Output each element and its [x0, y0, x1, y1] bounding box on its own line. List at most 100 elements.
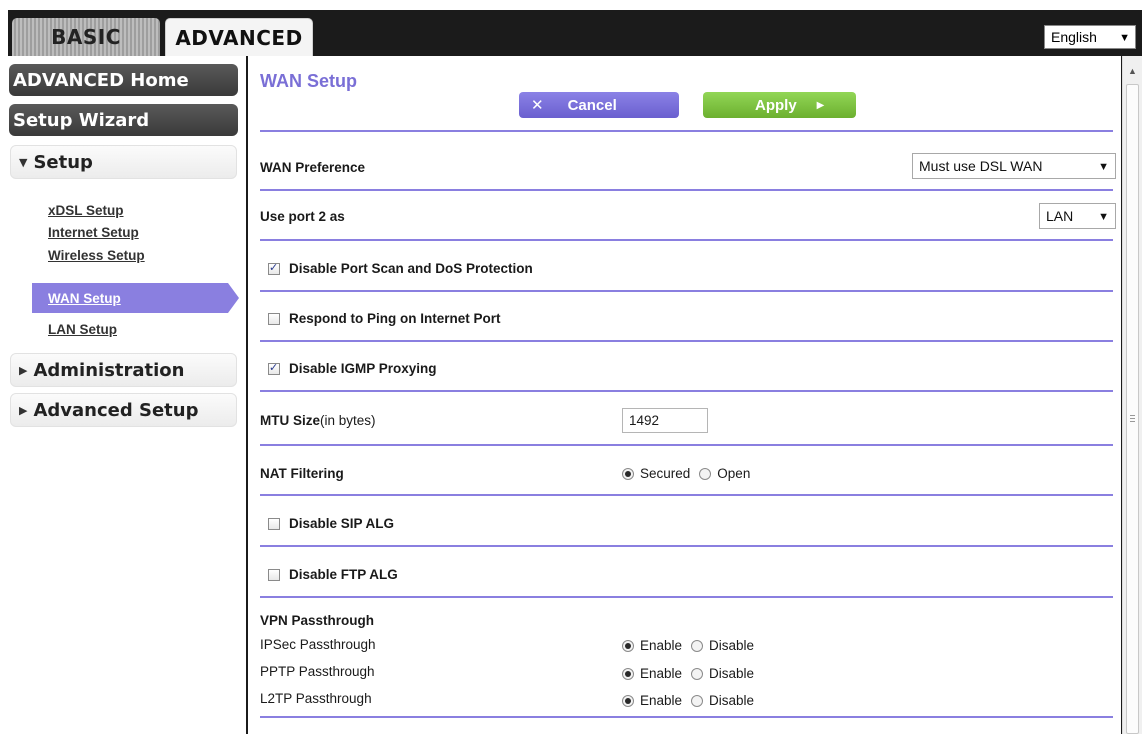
- nat-filtering-radio-group: Secured Open: [622, 466, 759, 481]
- scroll-up-arrow-icon[interactable]: ▲: [1123, 66, 1142, 76]
- top-tab-bar: BASIC ADVANCED English ▼: [8, 10, 1142, 56]
- disable-igmp-checkbox-row[interactable]: Disable IGMP Proxying: [268, 361, 437, 376]
- close-icon: ✕: [531, 97, 544, 114]
- respond-ping-checkbox[interactable]: [268, 312, 280, 325]
- sidebar-item-internet-setup[interactable]: Internet Setup: [48, 225, 139, 240]
- apply-button-label: Apply: [755, 96, 797, 114]
- sidebar-section-administration-label: Administration: [33, 359, 185, 381]
- router-admin-frame: BASIC ADVANCED English ▼ ADVANCED Home S…: [8, 10, 1142, 734]
- cancel-button[interactable]: ✕ Cancel: [519, 92, 679, 118]
- sidebar-setup-wizard-button[interactable]: Setup Wizard: [9, 104, 238, 136]
- triangle-right-icon: ▶: [19, 403, 28, 417]
- disable-port-scan-label: Disable Port Scan and DoS Protection: [289, 261, 533, 276]
- sidebar-item-lan-setup[interactable]: LAN Setup: [48, 322, 117, 337]
- l2tp-disable-label[interactable]: Disable: [709, 693, 754, 708]
- ipsec-disable-radio[interactable]: [691, 639, 704, 652]
- tab-advanced[interactable]: ADVANCED: [165, 18, 313, 56]
- main-content: WAN Setup ✕ Cancel Apply ▶ WAN Preferenc…: [248, 56, 1121, 734]
- disable-sip-label: Disable SIP ALG: [289, 516, 395, 531]
- nat-filtering-label: NAT Filtering: [260, 466, 344, 481]
- disable-igmp-checkbox[interactable]: [268, 361, 280, 375]
- ipsec-radio-group: Enable Disable: [622, 638, 763, 653]
- pptp-radio-group: Enable Disable: [622, 666, 763, 681]
- sidebar-advanced-home-label: ADVANCED Home: [13, 69, 189, 91]
- pptp-passthrough-label: PPTP Passthrough: [260, 664, 375, 679]
- chevron-down-icon: ▼: [1098, 211, 1109, 223]
- triangle-down-icon: ▼: [19, 155, 28, 169]
- respond-ping-checkbox-row[interactable]: Respond to Ping on Internet Port: [268, 311, 501, 326]
- mtu-label-unit: (in bytes): [320, 413, 376, 428]
- sidebar-section-advanced-setup-label: Advanced Setup: [33, 399, 199, 421]
- ipsec-enable-label[interactable]: Enable: [640, 638, 682, 653]
- nat-open-label[interactable]: Open: [717, 466, 750, 481]
- sidebar-item-wan-setup[interactable]: WAN Setup: [32, 283, 239, 313]
- disable-port-scan-checkbox-row[interactable]: Disable Port Scan and DoS Protection: [268, 261, 533, 276]
- triangle-right-icon: ▶: [19, 363, 28, 377]
- l2tp-enable-label[interactable]: Enable: [640, 693, 682, 708]
- chevron-down-icon: ▼: [1119, 32, 1130, 44]
- sidebar-section-advanced-setup[interactable]: ▶ Advanced Setup: [10, 393, 237, 427]
- sidebar-item-wan-setup-label: WAN Setup: [48, 290, 121, 306]
- pptp-enable-radio[interactable]: [622, 667, 634, 680]
- grip-icon: [1130, 415, 1135, 424]
- vertical-scrollbar[interactable]: ▲: [1122, 56, 1142, 734]
- page-title: WAN Setup: [260, 71, 357, 91]
- pptp-disable-radio[interactable]: [691, 667, 704, 680]
- language-value: English: [1051, 29, 1097, 45]
- wan-preference-label: WAN Preference: [260, 160, 366, 175]
- disable-sip-checkbox-row[interactable]: Disable SIP ALG: [268, 516, 394, 531]
- mtu-label-bold: MTU Size: [260, 413, 321, 428]
- ipsec-disable-label[interactable]: Disable: [709, 638, 754, 653]
- disable-sip-checkbox[interactable]: [268, 517, 280, 530]
- nat-open-radio[interactable]: [699, 467, 712, 480]
- l2tp-enable-radio[interactable]: [622, 694, 634, 707]
- tab-basic[interactable]: BASIC: [12, 18, 160, 56]
- divider: [260, 239, 1113, 241]
- pptp-enable-label[interactable]: Enable: [640, 666, 682, 681]
- l2tp-disable-radio[interactable]: [691, 694, 704, 707]
- divider: [260, 340, 1113, 342]
- mtu-label: MTU Size(in bytes): [260, 413, 376, 428]
- sidebar-section-setup[interactable]: ▼ Setup: [10, 145, 237, 179]
- disable-ftp-checkbox[interactable]: [268, 568, 280, 581]
- pptp-disable-label[interactable]: Disable: [709, 666, 754, 681]
- sidebar-section-setup-label: Setup: [33, 151, 93, 173]
- divider: [260, 716, 1113, 718]
- disable-ftp-label: Disable FTP ALG: [289, 567, 398, 582]
- vpn-passthrough-title: VPN Passthrough: [260, 613, 375, 628]
- divider: [260, 596, 1113, 598]
- ipsec-passthrough-label: IPSec Passthrough: [260, 637, 376, 652]
- divider: [260, 130, 1113, 132]
- sidebar-item-wireless-setup[interactable]: Wireless Setup: [48, 248, 145, 263]
- language-select[interactable]: English ▼: [1044, 25, 1136, 49]
- apply-button[interactable]: Apply ▶: [703, 92, 856, 118]
- wan-preference-select[interactable]: Must use DSL WAN ▼: [912, 153, 1116, 179]
- disable-igmp-label: Disable IGMP Proxying: [289, 361, 437, 376]
- divider: [260, 444, 1113, 446]
- sidebar-advanced-home-button[interactable]: ADVANCED Home: [9, 64, 238, 96]
- port2-select[interactable]: LAN ▼: [1039, 203, 1116, 229]
- divider: [260, 545, 1113, 547]
- sidebar-section-administration[interactable]: ▶ Administration: [10, 353, 237, 387]
- sidebar-item-xdsl-setup[interactable]: xDSL Setup: [48, 203, 124, 218]
- divider: [260, 494, 1113, 496]
- disable-ftp-checkbox-row[interactable]: Disable FTP ALG: [268, 567, 398, 582]
- sidebar-setup-wizard-label: Setup Wizard: [13, 109, 150, 131]
- nat-secured-label[interactable]: Secured: [640, 466, 690, 481]
- mtu-input[interactable]: 1492: [622, 408, 708, 433]
- chevron-down-icon: ▼: [1098, 161, 1109, 173]
- port2-label: Use port 2 as: [260, 209, 345, 224]
- divider: [260, 390, 1113, 392]
- disable-port-scan-checkbox[interactable]: [268, 261, 280, 275]
- triangle-right-icon: ▶: [816, 99, 825, 111]
- cancel-button-label: Cancel: [567, 96, 617, 114]
- nat-secured-radio[interactable]: [622, 467, 634, 480]
- ipsec-enable-radio[interactable]: [622, 639, 634, 652]
- l2tp-passthrough-label: L2TP Passthrough: [260, 691, 372, 706]
- wan-preference-value: Must use DSL WAN: [919, 158, 1043, 174]
- respond-ping-label: Respond to Ping on Internet Port: [289, 311, 501, 326]
- l2tp-radio-group: Enable Disable: [622, 693, 763, 708]
- scrollbar-thumb[interactable]: [1126, 84, 1139, 734]
- port2-value: LAN: [1046, 208, 1074, 224]
- sidebar: ADVANCED Home Setup Wizard ▼ Setup xDSL …: [8, 56, 246, 734]
